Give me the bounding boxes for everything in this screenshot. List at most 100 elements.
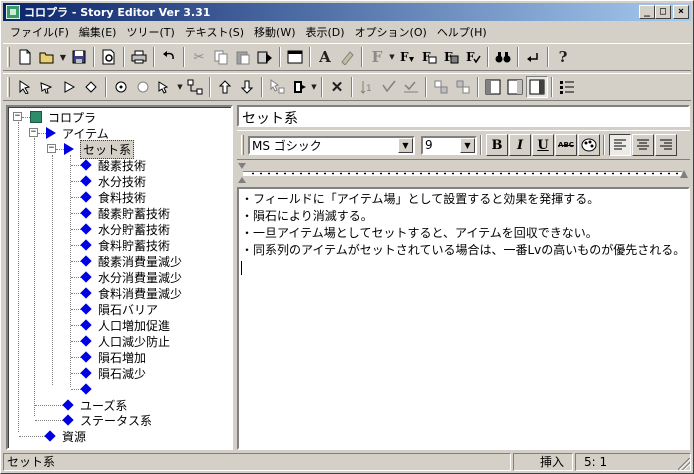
tree-node-child[interactable]: 隕石バリア [80,301,158,317]
insert-node-icon[interactable] [288,76,310,98]
split-icon[interactable] [430,76,452,98]
delete-x-icon[interactable]: ✕ [326,76,348,98]
minimize-button[interactable]: _ [639,5,655,19]
copy-icon[interactable] [210,46,232,68]
resize-grip-icon[interactable] [678,458,690,470]
maximize-button[interactable]: □ [655,5,671,19]
print-icon[interactable] [128,46,150,68]
select-arrow2-icon[interactable] [36,76,58,98]
toolbar-grip[interactable] [241,135,244,155]
move-down-icon[interactable] [236,76,258,98]
tree-node-child[interactable]: 水分消費量減少 [80,269,182,285]
menu-edit[interactable]: 編集(E) [74,24,122,40]
first-line-indent-handle[interactable] [238,163,246,169]
new-file-icon[interactable] [14,46,36,68]
close-button[interactable]: × [673,5,689,19]
tree-node-child[interactable]: 水分技術 [80,173,146,189]
cut-icon[interactable]: ✂ [188,46,210,68]
tree-node-child[interactable]: 酸素消費量減少 [80,253,182,269]
italic-button[interactable]: I [509,134,531,156]
layout-center-icon[interactable] [504,76,526,98]
menu-text[interactable]: テキスト(S) [180,24,249,40]
sort-icon[interactable]: 1 [356,76,378,98]
cursor-node-icon[interactable] [266,76,288,98]
tree-node-child[interactable]: 人口減少防止 [80,333,170,349]
circle-face-icon[interactable] [110,76,132,98]
save-icon[interactable] [68,46,90,68]
tree-collapse-toggle[interactable]: − [13,112,22,121]
font-select[interactable]: MS ゴシック ▼ [248,135,415,155]
tree-node-child[interactable]: 酸素技術 [80,157,146,173]
paste-special-icon[interactable] [254,46,276,68]
tree-node-child[interactable]: 隕石増加 [80,349,146,365]
menu-move[interactable]: 移動(W) [249,24,300,40]
tree-node-set[interactable]: セット系 [64,139,135,159]
layout-right-icon[interactable] [526,76,548,98]
title-bar[interactable]: コロプラ - Story Editor Ver 3.31 _ □ × [3,3,691,21]
menu-help[interactable]: ヘルプ(H) [432,24,492,40]
dropdown-select-icon[interactable] [154,76,176,98]
underline-button[interactable]: U [532,134,554,156]
format-f-icon[interactable]: F [366,46,388,68]
tree-node-child[interactable]: 食料消費量減少 [80,285,182,301]
format-f-down-icon[interactable]: F [396,46,418,68]
format-f-box-icon[interactable]: F [440,46,462,68]
tree-node-child[interactable]: 隕石減少 [80,365,146,381]
node-name-field[interactable]: セット系 [237,105,690,127]
tree-node-root[interactable]: コロプラ [30,109,96,125]
tree-link-icon[interactable] [184,76,206,98]
align-right-button[interactable] [655,134,677,156]
tree-node-child[interactable]: 食料貯蓄技術 [80,237,170,253]
toolbar-grip[interactable] [7,77,10,97]
font-a-icon[interactable]: A [314,46,336,68]
move-up-icon[interactable] [214,76,236,98]
font-size-select[interactable]: 9 ▼ [421,135,477,155]
sort-check-icon[interactable] [378,76,400,98]
tree-node-child-empty[interactable] [80,381,98,397]
tree-node-status[interactable]: ステータス系 [62,412,152,428]
hanging-indent-handle[interactable] [238,177,246,183]
dropdown-arrow-icon[interactable]: ▼ [310,76,318,98]
dropdown-arrow-icon[interactable]: ▼ [388,46,396,68]
dropdown-arrow-icon[interactable]: ▼ [176,76,184,98]
toolbar-grip[interactable] [7,47,10,67]
paste-icon[interactable] [232,46,254,68]
align-left-button[interactable] [609,134,631,156]
play-icon[interactable] [58,76,80,98]
ruler[interactable] [237,162,690,186]
align-center-button[interactable] [632,134,654,156]
find-binoculars-icon[interactable] [492,46,514,68]
tree-node-child[interactable]: 食料技術 [80,189,146,205]
menu-file[interactable]: ファイル(F) [5,24,74,40]
tree-node-resources[interactable]: 資源 [44,428,86,444]
print-preview-icon[interactable] [98,46,120,68]
app-icon[interactable] [6,5,20,19]
menu-options[interactable]: オプション(O) [350,24,432,40]
format-f-check-icon[interactable]: F [462,46,484,68]
bold-button[interactable]: B [486,134,508,156]
tree-view[interactable]: − コロプラ − アイテム − セット系 酸素技術 水分技術 食料技術 酸素貯蓄… [6,105,233,450]
dropdown-arrow-icon[interactable]: ▼ [58,46,68,68]
window-icon[interactable] [284,46,306,68]
tree-node-child[interactable]: 水分貯蓄技術 [80,221,170,237]
highlighter-icon[interactable] [336,46,358,68]
tree-node-child[interactable]: 酸素貯蓄技術 [80,205,170,221]
menu-view[interactable]: 表示(D) [301,24,350,40]
merge-icon[interactable] [452,76,474,98]
undo-icon[interactable] [158,46,180,68]
tree-collapse-toggle[interactable]: − [29,128,38,137]
text-editor[interactable]: ・フィールドに「アイテム場」として設置すると効果を発揮する。 ・隕石により消滅す… [237,187,690,450]
tree-node-child[interactable]: 人口増加促進 [80,317,170,333]
layout-left-icon[interactable] [482,76,504,98]
color-palette-button[interactable] [578,134,600,156]
strikethrough-button[interactable]: ABC [555,134,577,156]
open-folder-icon[interactable] [36,46,58,68]
chevron-down-icon[interactable]: ▼ [398,137,413,153]
circle-icon[interactable] [132,76,154,98]
select-arrow-icon[interactable] [14,76,36,98]
tree-collapse-toggle[interactable]: − [47,144,56,153]
help-icon[interactable]: ? [552,46,574,68]
diamond-icon[interactable] [80,76,102,98]
format-f-right-icon[interactable]: F [418,46,440,68]
replace-icon[interactable] [522,46,544,68]
